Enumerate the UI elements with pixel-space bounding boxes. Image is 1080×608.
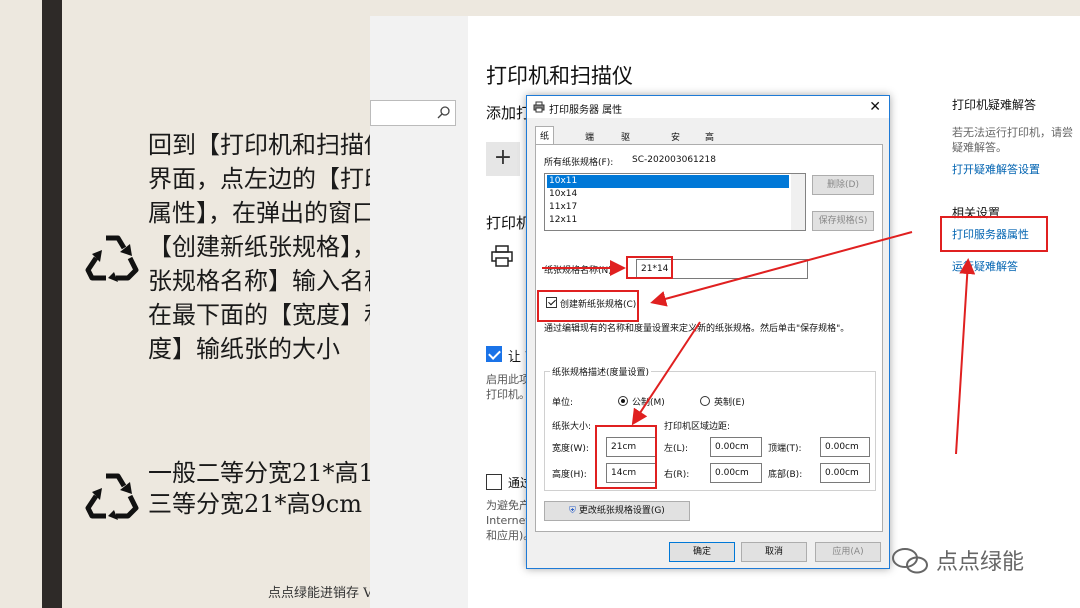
server-name: SC-202003061218 bbox=[632, 155, 716, 165]
settings-search-input[interactable] bbox=[370, 100, 456, 126]
create-new-description: 通过编辑现有的名称和度量设置来定义新的纸张规格。然后单击"保存规格"。 bbox=[544, 324, 850, 334]
top-margin-label: 顶端(T): bbox=[768, 444, 802, 454]
delete-button[interactable]: 删除(D) bbox=[812, 175, 874, 195]
search-icon bbox=[437, 106, 450, 119]
english-label: 英制(E) bbox=[714, 398, 745, 408]
cancel-button[interactable]: 取消 bbox=[741, 542, 807, 562]
troubleshoot-description: 若无法运行打印机，请尝疑难解答。 bbox=[952, 126, 1073, 154]
enable-description: 启用此项打印机。 bbox=[486, 373, 530, 401]
all-forms-label: 所有纸张规格(F): bbox=[544, 158, 614, 168]
highlight-create-new bbox=[537, 290, 639, 322]
open-troubleshoot-link[interactable]: 打开疑难解答设置 bbox=[952, 161, 1076, 177]
tab-forms[interactable]: 纸张规格 bbox=[535, 126, 555, 181]
forms-tab-panel: 所有纸张规格(F): SC-202003061218 10x11 10x14 1… bbox=[535, 144, 883, 532]
tab-drivers[interactable]: 驱动程序 bbox=[617, 128, 634, 182]
right-margin-input[interactable]: 0.00cm bbox=[710, 463, 762, 483]
slide-left-bar bbox=[42, 0, 62, 608]
print-server-properties-dialog: 打印服务器 属性 ✕ 纸张规格 端口 驱动程序 安全 高级 所有纸张规格(F):… bbox=[526, 95, 890, 569]
change-form-settings-button[interactable]: ⛨ 更改纸张规格设置(G) bbox=[544, 501, 690, 521]
settings-sidebar bbox=[370, 16, 468, 608]
list-item[interactable]: 11x17 bbox=[547, 201, 789, 214]
form-name-label: 纸张规格名称(N): bbox=[544, 266, 615, 276]
metric-radio[interactable] bbox=[618, 396, 628, 406]
printers-section-label: 打印机 bbox=[486, 214, 532, 232]
save-form-button[interactable]: 保存规格(S) bbox=[812, 211, 874, 231]
printer-margins-label: 打印机区域边距: bbox=[664, 422, 731, 432]
highlight-form-name bbox=[626, 256, 673, 279]
change-form-settings-label: 更改纸张规格设置(G) bbox=[578, 506, 665, 516]
page-title: 打印机和扫描仪 bbox=[486, 64, 633, 88]
left-margin-label: 左(L): bbox=[664, 444, 689, 454]
printer-icon[interactable] bbox=[490, 244, 514, 268]
bottom-margin-label: 底部(B): bbox=[768, 470, 803, 480]
width-label: 宽度(W): bbox=[552, 444, 589, 454]
tab-security[interactable]: 安全 bbox=[667, 128, 684, 156]
top-margin-input[interactable]: 0.00cm bbox=[820, 437, 870, 457]
highlight-width-height bbox=[595, 425, 657, 489]
shield-icon: ⛨ bbox=[569, 506, 576, 516]
list-item[interactable]: 10x11 bbox=[547, 175, 789, 188]
right-margin-label: 右(R): bbox=[664, 470, 690, 480]
add-printer-button[interactable]: + bbox=[486, 142, 520, 176]
paper-size-label: 纸张大小: bbox=[552, 422, 592, 432]
allow-windows-manage-checkbox[interactable] bbox=[486, 346, 502, 362]
printer-icon bbox=[533, 101, 545, 113]
watermark-text: 点点绿能 bbox=[936, 550, 1025, 575]
troubleshoot-heading: 打印机疑难解答 bbox=[952, 98, 1037, 112]
close-icon[interactable]: ✕ bbox=[869, 99, 881, 115]
wechat-icon bbox=[892, 548, 928, 574]
metered-download-checkbox[interactable] bbox=[486, 474, 502, 490]
dialog-titlebar: 打印服务器 属性 ✕ bbox=[527, 96, 889, 118]
tab-ports[interactable]: 端口 bbox=[581, 128, 598, 156]
bottom-margin-input[interactable]: 0.00cm bbox=[820, 463, 870, 483]
english-radio[interactable] bbox=[700, 396, 710, 406]
height-label: 高度(H): bbox=[552, 470, 587, 480]
left-margin-input[interactable]: 0.00cm bbox=[710, 437, 762, 457]
listbox-scrollbar[interactable] bbox=[791, 174, 805, 230]
recycle-icon bbox=[85, 235, 139, 282]
units-label: 单位: bbox=[552, 398, 574, 408]
group-title: 纸张规格描述(度量设置) bbox=[550, 365, 652, 378]
metric-label: 公制(M) bbox=[632, 398, 665, 408]
apply-button[interactable]: 应用(A) bbox=[815, 542, 881, 562]
dialog-title: 打印服务器 属性 bbox=[549, 105, 623, 116]
forms-listbox[interactable]: 10x11 10x14 11x17 12x11 bbox=[544, 173, 806, 231]
add-printer-label: 添加打 bbox=[486, 104, 532, 122]
troubleshoot-panel: 打印机疑难解答 若无法运行打印机，请尝疑难解答。 打开疑难解答设置 bbox=[952, 96, 1076, 177]
recycle-icon bbox=[85, 473, 139, 520]
highlight-print-server-link bbox=[940, 216, 1048, 252]
ok-button[interactable]: 确定 bbox=[669, 542, 735, 562]
list-item[interactable]: 10x14 bbox=[547, 188, 789, 201]
list-item[interactable]: 12x11 bbox=[547, 214, 789, 227]
tab-advanced[interactable]: 高级 bbox=[701, 128, 718, 156]
run-troubleshoot-link[interactable]: 运行疑难解答 bbox=[952, 258, 1018, 274]
